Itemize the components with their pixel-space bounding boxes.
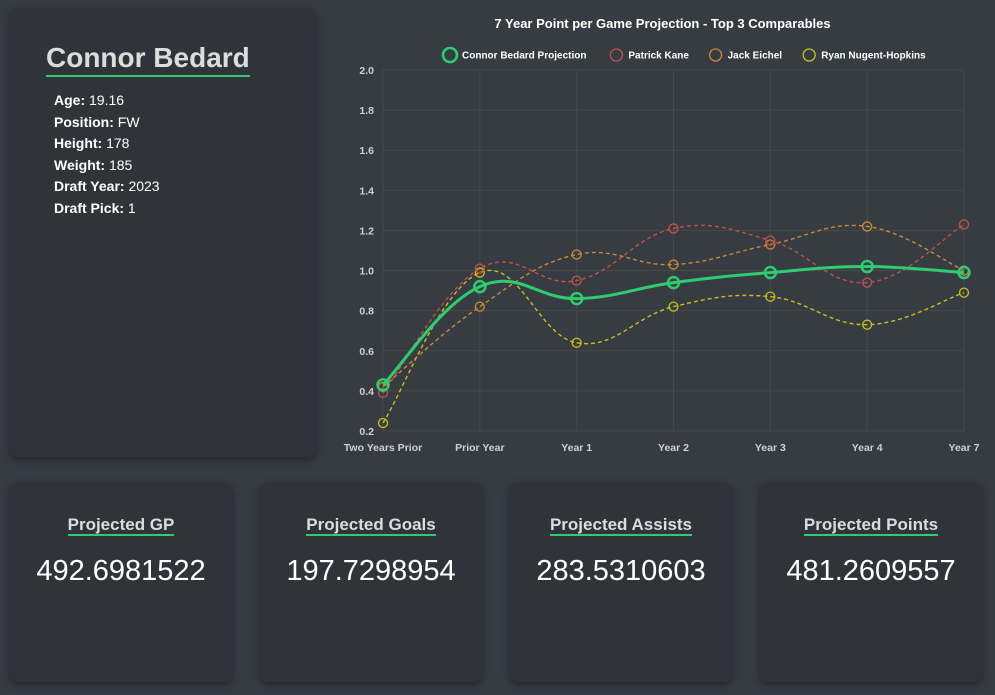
x-tick-label: Prior Year bbox=[455, 442, 504, 454]
stat-card-projected-gp: Projected GP 492.6981522 bbox=[10, 482, 232, 682]
legend-marker bbox=[802, 48, 816, 62]
stat-card-projected-goals: Projected Goals 197.7298954 bbox=[260, 482, 482, 682]
chart-title: 7 Year Point per Game Projection - Top 3… bbox=[494, 16, 830, 31]
chart-grid bbox=[382, 69, 965, 432]
y-tick-label: 0.2 bbox=[359, 426, 374, 438]
stat-label-text: Projected GP bbox=[67, 515, 175, 536]
player-info-position: Position: FW bbox=[54, 112, 160, 134]
legend-label: Jack Eichel bbox=[728, 51, 783, 62]
y-tick-label: 1.0 bbox=[359, 266, 374, 278]
legend-item: Connor Bedard Projection bbox=[441, 46, 586, 64]
y-tick-label: 0.6 bbox=[359, 346, 374, 358]
x-tick-label: Year 1 bbox=[561, 442, 592, 454]
info-value: 1 bbox=[127, 199, 136, 216]
info-label: Age: bbox=[54, 92, 86, 108]
y-tick-label: 1.6 bbox=[359, 145, 374, 157]
player-info-age: Age: 19.16 bbox=[54, 90, 160, 112]
player-info-draft-year: Draft Year: 2023 bbox=[54, 176, 160, 198]
legend-item: Patrick Kane bbox=[609, 48, 689, 62]
stat-label-text: Projected Points bbox=[803, 515, 939, 536]
y-tick-label: 2.0 bbox=[359, 65, 374, 77]
stat-value: 283.5310603 bbox=[536, 555, 706, 587]
player-info-list: Age: 19.16 Position: FW Height: 178 Weig… bbox=[54, 90, 160, 220]
y-tick-label: 0.4 bbox=[359, 386, 374, 398]
stat-label: Projected GP bbox=[10, 515, 232, 536]
info-value: 185 bbox=[108, 156, 133, 173]
info-label: Position: bbox=[54, 113, 114, 130]
stat-card-projected-points: Projected Points 481.2609557 bbox=[760, 482, 982, 682]
info-label: Draft Pick: bbox=[54, 199, 125, 216]
stat-card-projected-assists: Projected Assists 283.5310603 bbox=[510, 482, 732, 682]
legend-label: Ryan Nugent-Hopkins bbox=[821, 51, 926, 62]
y-tick-label: 0.8 bbox=[359, 306, 374, 318]
stat-value: 481.2609557 bbox=[786, 555, 956, 587]
legend-marker bbox=[708, 48, 723, 62]
stat-value: 197.7298954 bbox=[286, 555, 456, 587]
player-info-weight: Weight: 185 bbox=[54, 155, 160, 177]
stat-value: 492.6981522 bbox=[36, 555, 206, 587]
legend-label: Patrick Kane bbox=[628, 51, 689, 62]
x-tick-label: Year 7 bbox=[949, 442, 980, 454]
x-tick-label: Year 4 bbox=[852, 442, 883, 454]
info-value: 178 bbox=[106, 135, 130, 152]
info-value: 2023 bbox=[128, 178, 160, 195]
x-tick-label: Two Years Prior bbox=[344, 442, 422, 454]
info-value: FW bbox=[117, 113, 140, 130]
legend-label: Connor Bedard Projection bbox=[462, 51, 586, 62]
chart-legend: Connor Bedard Projection Patrick Kane Jack… bbox=[441, 46, 926, 64]
x-tick-label: Year 2 bbox=[658, 442, 689, 454]
x-tick-label: Year 3 bbox=[755, 442, 786, 454]
info-label: Weight: bbox=[54, 156, 106, 173]
stat-label-text: Projected Goals bbox=[306, 515, 436, 536]
player-info-height: Height: 178 bbox=[54, 133, 160, 155]
legend-marker bbox=[441, 46, 459, 64]
stat-label: Projected Assists bbox=[510, 515, 732, 536]
stat-label-text: Projected Assists bbox=[549, 515, 693, 536]
y-tick-label: 1.8 bbox=[359, 105, 374, 117]
legend-item: Ryan Nugent-Hopkins bbox=[802, 48, 926, 62]
y-tick-label: 1.2 bbox=[359, 225, 374, 237]
legend-marker bbox=[609, 48, 624, 62]
info-label: Draft Year: bbox=[54, 178, 125, 195]
player-card: Connor Bedard Age: 19.16 Position: FW He… bbox=[10, 8, 316, 457]
info-value: 19.16 bbox=[89, 92, 125, 108]
stat-label: Projected Points bbox=[760, 515, 982, 536]
player-info-draft-pick: Draft Pick: 1 bbox=[54, 198, 160, 220]
stat-label: Projected Goals bbox=[260, 515, 482, 536]
info-label: Height: bbox=[54, 135, 103, 152]
legend-item: Jack Eichel bbox=[708, 48, 783, 62]
y-tick-label: 1.4 bbox=[359, 185, 374, 197]
player-name: Connor Bedard bbox=[46, 42, 250, 77]
projection-line-chart: 7 Year Point per Game Projection - Top 3… bbox=[344, 16, 980, 454]
